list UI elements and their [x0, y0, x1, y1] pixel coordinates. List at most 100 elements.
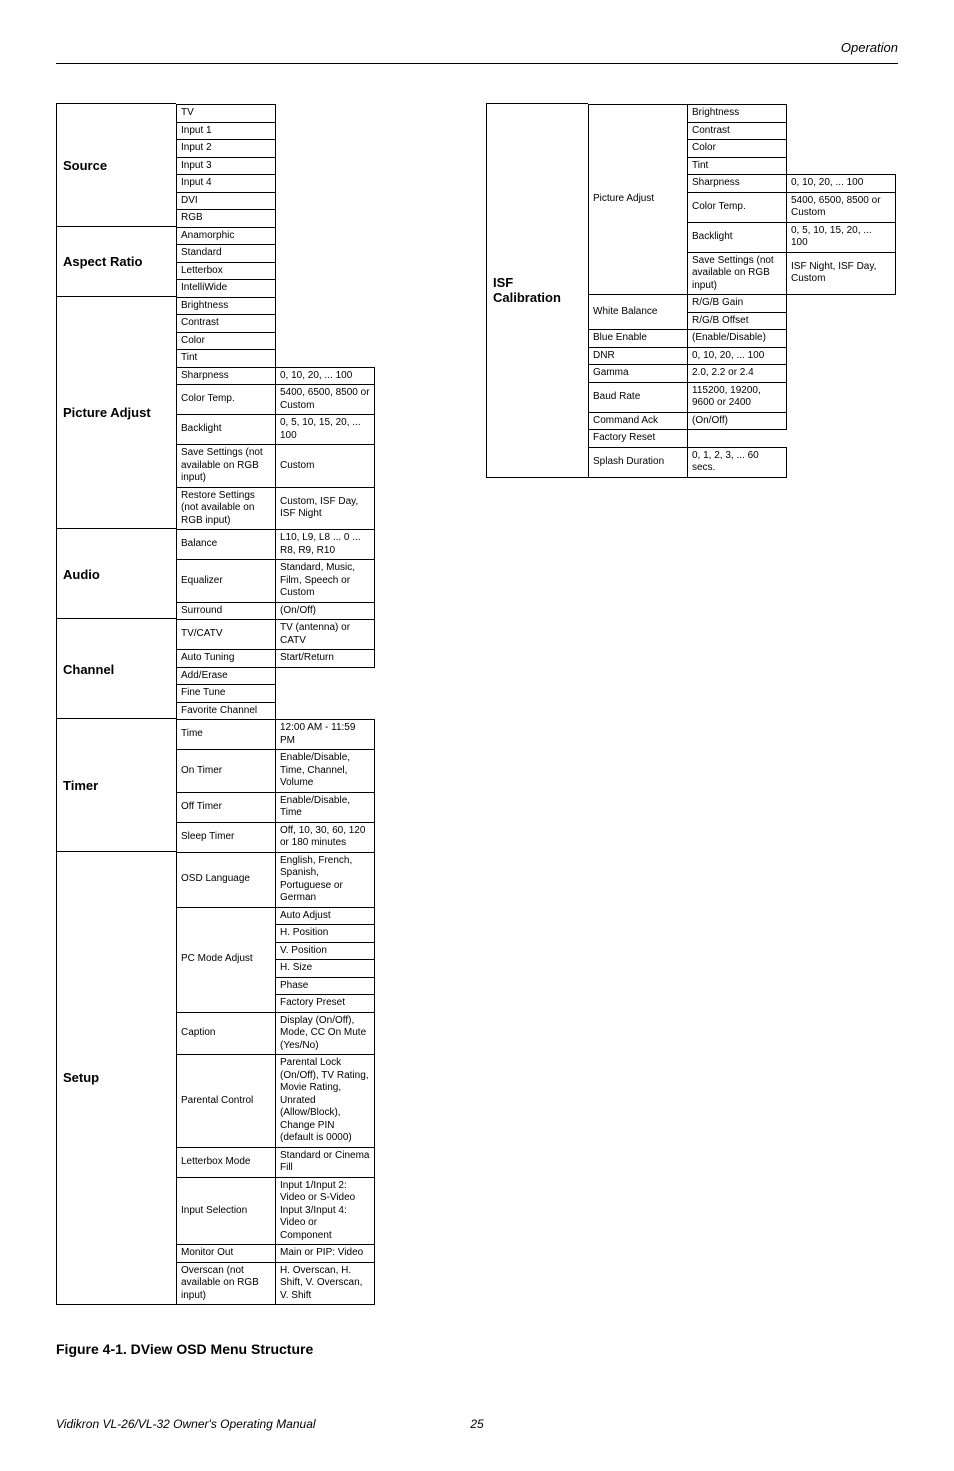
- page-header: Operation: [56, 40, 898, 55]
- item-cell: Parental Control: [176, 1054, 276, 1148]
- section-body: Time12:00 AM - 11:59 PMOn TimerEnable/Di…: [176, 719, 456, 853]
- item-cell: Save Settings (not available on RGB inpu…: [176, 444, 276, 488]
- option-cell: Tint: [687, 157, 787, 176]
- option-cell: Phase: [275, 977, 375, 996]
- option-cell: Backlight: [687, 222, 787, 253]
- item-cell: On Timer: [176, 749, 276, 793]
- item-cell: Monitor Out: [176, 1244, 276, 1263]
- item-cell: Backlight: [176, 414, 276, 445]
- sub-label: White Balance: [588, 294, 688, 330]
- section-label: Setup: [56, 851, 176, 1306]
- item-cell: Auto Tuning: [176, 649, 276, 668]
- section-body: TVInput 1Input 2Input 3Input 4DVIRGB: [176, 104, 456, 228]
- item-cell: Brightness: [176, 297, 276, 316]
- item-cell: OSD Language: [176, 852, 276, 908]
- option-cell: Color: [687, 139, 787, 158]
- option-cell: (Enable/Disable): [687, 329, 787, 348]
- item-cell: Caption: [176, 1012, 276, 1056]
- section-body: OSD LanguageEnglish, French, Spanish, Po…: [176, 852, 456, 1306]
- menu-column-left: SourceTVInput 1Input 2Input 3Input 4DVIR…: [56, 104, 456, 1305]
- sub-label: PC Mode Adjust: [176, 907, 276, 1013]
- option-cell: 0, 10, 20, ... 100: [687, 347, 787, 366]
- item-cell: Letterbox: [176, 262, 276, 281]
- option-cell: 12:00 AM - 11:59 PM: [275, 719, 375, 750]
- item-cell: Overscan (not available on RGB input): [176, 1262, 276, 1306]
- menu-section: SetupOSD LanguageEnglish, French, Spanis…: [56, 852, 456, 1306]
- item-cell: Tint: [176, 349, 276, 368]
- option-cell: 115200, 19200, 9600 or 2400: [687, 382, 787, 413]
- item-cell: Input 4: [176, 174, 276, 193]
- option-cell: 0, 5, 10, 15, 20, ... 100: [275, 414, 375, 445]
- item-cell: Letterbox Mode: [176, 1147, 276, 1178]
- item-cell: Color: [176, 332, 276, 351]
- section-body: TV/CATVTV (antenna) or CATVAuto TuningSt…: [176, 619, 456, 720]
- item-cell: Equalizer: [176, 559, 276, 603]
- item-cell: Factory Reset: [588, 429, 688, 448]
- option-cell: Display (On/Off), Mode, CC On Mute (Yes/…: [275, 1012, 375, 1056]
- option-cell: Standard, Music, Film, Speech or Custom: [275, 559, 375, 603]
- value-cell: 5400, 6500, 8500 or Custom: [786, 192, 896, 223]
- item-cell: DVI: [176, 192, 276, 211]
- section-body: AnamorphicStandardLetterboxIntelliWide: [176, 227, 456, 298]
- item-cell: Balance: [176, 529, 276, 560]
- option-cell: Custom, ISF Day, ISF Night: [275, 487, 375, 531]
- item-cell: DNR: [588, 347, 688, 366]
- item-cell: Color Temp.: [176, 384, 276, 415]
- option-cell: V. Position: [275, 942, 375, 961]
- item-cell: Command Ack: [588, 412, 688, 431]
- figure-caption: Figure 4-1. DView OSD Menu Structure: [56, 1341, 898, 1357]
- item-cell: Anamorphic: [176, 227, 276, 246]
- option-cell: Sharpness: [687, 174, 787, 193]
- value-cell: 0, 5, 10, 15, 20, ... 100: [786, 222, 896, 253]
- option-cell: L10, L9, L8 ... 0 ... R8, R9, R10: [275, 529, 375, 560]
- option-cell: English, French, Spanish, Portuguese or …: [275, 852, 375, 908]
- option-cell: Brightness: [687, 104, 787, 123]
- section-label: ISF Calibration: [486, 103, 588, 478]
- option-cell: 5400, 6500, 8500 or Custom: [275, 384, 375, 415]
- item-cell: Contrast: [176, 314, 276, 333]
- item-cell: Baud Rate: [588, 382, 688, 413]
- option-cell: Color Temp.: [687, 192, 787, 223]
- section-body: BalanceL10, L9, L8 ... 0 ... R8, R9, R10…: [176, 529, 456, 620]
- menu-section: Picture AdjustBrightnessContrastColorTin…: [56, 297, 456, 531]
- item-cell: Restore Settings (not available on RGB i…: [176, 487, 276, 531]
- section-label: Source: [56, 103, 176, 228]
- option-cell: Enable/Disable, Time: [275, 792, 375, 823]
- option-cell: Start/Return: [275, 649, 375, 668]
- menu-section: SourceTVInput 1Input 2Input 3Input 4DVIR…: [56, 104, 456, 228]
- header-rule: [56, 63, 898, 64]
- section-label: Audio: [56, 528, 176, 620]
- item-cell: Input 3: [176, 157, 276, 176]
- item-cell: Blue Enable: [588, 329, 688, 348]
- menu-section: Aspect RatioAnamorphicStandardLetterboxI…: [56, 227, 456, 298]
- item-cell: Surround: [176, 602, 276, 621]
- item-cell: IntelliWide: [176, 279, 276, 298]
- option-cell: Main or PIP: Video: [275, 1244, 375, 1263]
- option-cell: Auto Adjust: [275, 907, 375, 926]
- option-cell: Factory Preset: [275, 994, 375, 1013]
- option-cell: (On/Off): [275, 602, 375, 621]
- option-cell: H. Position: [275, 924, 375, 943]
- option-cell: Standard or Cinema Fill: [275, 1147, 375, 1178]
- section-body: Picture AdjustBrightnessContrastColorTin…: [588, 104, 896, 478]
- section-label: Picture Adjust: [56, 296, 176, 531]
- item-cell: Input 1: [176, 122, 276, 141]
- value-cell: 0, 10, 20, ... 100: [786, 174, 896, 193]
- value-cell: ISF Night, ISF Day, Custom: [786, 252, 896, 296]
- option-cell: H. Overscan, H. Shift, V. Overscan, V. S…: [275, 1262, 375, 1306]
- option-cell: Contrast: [687, 122, 787, 141]
- option-cell: Enable/Disable, Time, Channel, Volume: [275, 749, 375, 793]
- option-cell: R/G/B Gain: [687, 294, 787, 313]
- section-body: BrightnessContrastColorTintSharpness0, 1…: [176, 297, 456, 531]
- item-cell: Input 2: [176, 139, 276, 158]
- section-label: Timer: [56, 718, 176, 853]
- menu-section: AudioBalanceL10, L9, L8 ... 0 ... R8, R9…: [56, 529, 456, 620]
- item-cell: Off Timer: [176, 792, 276, 823]
- menu-section: TimerTime12:00 AM - 11:59 PMOn TimerEnab…: [56, 719, 456, 853]
- menu-section: ChannelTV/CATVTV (antenna) or CATVAuto T…: [56, 619, 456, 720]
- item-cell: Standard: [176, 244, 276, 263]
- item-cell: Sleep Timer: [176, 822, 276, 853]
- item-cell: TV: [176, 104, 276, 123]
- item-cell: Splash Duration: [588, 447, 688, 478]
- option-cell: 0, 1, 2, 3, ... 60 secs.: [687, 447, 787, 478]
